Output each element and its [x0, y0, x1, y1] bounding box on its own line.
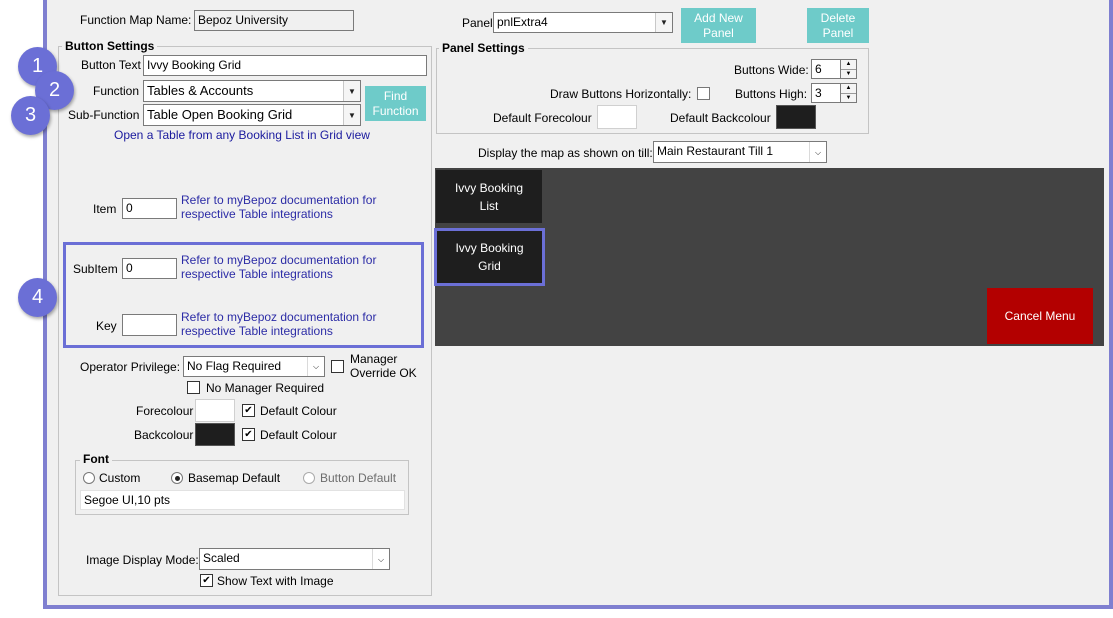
- button-settings-title: Button Settings: [62, 39, 158, 53]
- button-text-input[interactable]: Ivvy Booking Grid: [143, 55, 427, 76]
- checkmark-icon: ✔: [244, 428, 253, 440]
- callout-badge-3: 3: [11, 96, 50, 135]
- chevron-down-icon: ⌵: [809, 142, 826, 162]
- font-button-default-label: Button Default: [320, 471, 397, 485]
- backcolour-swatch[interactable]: [195, 423, 235, 446]
- panel-select[interactable]: pnlExtra4 ▼: [493, 12, 673, 33]
- function-select[interactable]: Tables & Accounts ▼: [143, 80, 361, 102]
- operator-privilege-label: Operator Privilege:: [80, 360, 181, 374]
- function-description: Open a Table from any Booking List in Gr…: [114, 128, 370, 142]
- sub-function-label: Sub-Function: [68, 108, 140, 122]
- preview-tile-ivvy-booking-list[interactable]: Ivvy Booking List: [436, 170, 542, 223]
- default-forecolour-label: Default Forecolour: [493, 111, 592, 125]
- draw-horizontally-label: Draw Buttons Horizontally:: [550, 87, 692, 101]
- image-display-mode-select[interactable]: Scaled ⌵: [199, 548, 390, 570]
- preview-tile-label: Cancel Menu: [1004, 309, 1076, 323]
- forecolour-label: Forecolour: [136, 404, 194, 418]
- spin-up-icon[interactable]: ▲: [841, 84, 856, 93]
- image-display-mode-label: Image Display Mode:: [86, 553, 199, 567]
- draw-horizontally-checkbox[interactable]: [697, 87, 710, 100]
- font-basemap-radio[interactable]: [171, 472, 183, 484]
- sub-function-select-value: Table Open Booking Grid: [147, 107, 293, 122]
- operator-privilege-select[interactable]: No Flag Required ⌵: [183, 356, 325, 377]
- chevron-down-icon: ⌵: [307, 357, 324, 376]
- backcolour-label: Backcolour: [134, 428, 194, 442]
- buttons-wide-spinner[interactable]: ▲ ▼: [840, 59, 857, 79]
- callout-badge-4: 4: [18, 278, 57, 317]
- backcolour-default-checkbox[interactable]: ✔: [242, 428, 255, 441]
- show-text-with-image-label: Show Text with Image: [217, 574, 334, 588]
- operator-privilege-value: No Flag Required: [187, 359, 282, 373]
- subitem-input[interactable]: 0: [122, 258, 177, 279]
- subitem-note: Refer to myBepoz documentation for respe…: [181, 253, 377, 281]
- preview-tile-ivvy-booking-grid[interactable]: Ivvy Booking Grid: [434, 228, 545, 286]
- preview-tile-label: Ivvy Booking Grid: [455, 241, 524, 273]
- font-basemap-label: Basemap Default: [188, 471, 281, 485]
- function-map-name-field[interactable]: Bepoz University: [194, 10, 354, 31]
- forecolour-swatch[interactable]: [195, 399, 235, 422]
- forecolour-default-checkbox[interactable]: ✔: [242, 404, 255, 417]
- buttons-high-label: Buttons High:: [735, 87, 808, 101]
- panel-settings-title: Panel Settings: [439, 41, 528, 55]
- chevron-down-icon: ⌵: [372, 549, 389, 569]
- item-label: Item: [93, 202, 117, 216]
- button-text-label: Button Text: [81, 58, 141, 72]
- spin-down-icon[interactable]: ▼: [841, 68, 856, 79]
- font-custom-radio[interactable]: [83, 472, 95, 484]
- item-input[interactable]: 0: [122, 198, 177, 219]
- buttons-high-input[interactable]: 3: [811, 83, 841, 103]
- checkmark-icon: ✔: [202, 574, 211, 586]
- buttons-wide-input[interactable]: 6: [811, 59, 841, 79]
- default-backcolour-label: Default Backcolour: [670, 111, 771, 125]
- font-custom-label: Custom: [99, 471, 141, 485]
- default-forecolour-swatch[interactable]: [597, 105, 637, 129]
- chevron-down-icon: ▼: [655, 13, 672, 32]
- image-display-mode-value: Scaled: [203, 551, 240, 565]
- chevron-down-icon: ▼: [343, 105, 360, 125]
- no-manager-required-checkbox[interactable]: [187, 381, 200, 394]
- checkmark-icon: ✔: [244, 404, 253, 416]
- forecolour-default-label: Default Colour: [260, 404, 337, 418]
- manager-override-label: Manager Override OK: [350, 352, 417, 380]
- backcolour-default-label: Default Colour: [260, 428, 337, 442]
- preview-tile-cancel-menu[interactable]: Cancel Menu: [987, 288, 1093, 344]
- spin-up-icon[interactable]: ▲: [841, 60, 856, 69]
- preview-tile-label: Ivvy Booking List: [454, 180, 524, 213]
- till-select-value: Main Restaurant Till 1: [657, 144, 774, 158]
- function-select-value: Tables & Accounts: [147, 83, 254, 98]
- till-display-label: Display the map as shown on till:: [478, 146, 653, 160]
- delete-panel-button[interactable]: Delete Panel: [807, 8, 869, 43]
- till-select[interactable]: Main Restaurant Till 1 ⌵: [653, 141, 827, 163]
- font-button-default-radio[interactable]: [303, 472, 315, 484]
- font-value-field[interactable]: Segoe UI,10 pts: [80, 490, 405, 510]
- no-manager-required-label: No Manager Required: [206, 381, 325, 395]
- function-label: Function: [93, 84, 140, 98]
- key-note: Refer to myBepoz documentation for respe…: [181, 310, 377, 338]
- subitem-label: SubItem: [73, 262, 118, 276]
- key-label: Key: [96, 319, 117, 333]
- sub-function-select[interactable]: Table Open Booking Grid ▼: [143, 104, 361, 126]
- manager-override-checkbox[interactable]: [331, 360, 344, 373]
- show-text-with-image-checkbox[interactable]: ✔: [200, 574, 213, 587]
- key-input[interactable]: [122, 314, 177, 336]
- add-new-panel-button[interactable]: Add New Panel: [681, 8, 756, 43]
- buttons-wide-label: Buttons Wide:: [734, 63, 809, 77]
- default-backcolour-swatch[interactable]: [776, 105, 816, 129]
- find-function-button[interactable]: Find Function: [365, 86, 426, 121]
- spin-down-icon[interactable]: ▼: [841, 92, 856, 103]
- panel-label: Panel: [462, 16, 493, 30]
- item-note: Refer to myBepoz documentation for respe…: [181, 193, 377, 221]
- font-group-title: Font: [80, 452, 112, 466]
- function-map-name-label: Function Map Name:: [80, 13, 192, 27]
- buttons-high-spinner[interactable]: ▲ ▼: [840, 83, 857, 103]
- chevron-down-icon: ▼: [343, 81, 360, 101]
- panel-select-value: pnlExtra4: [497, 15, 548, 29]
